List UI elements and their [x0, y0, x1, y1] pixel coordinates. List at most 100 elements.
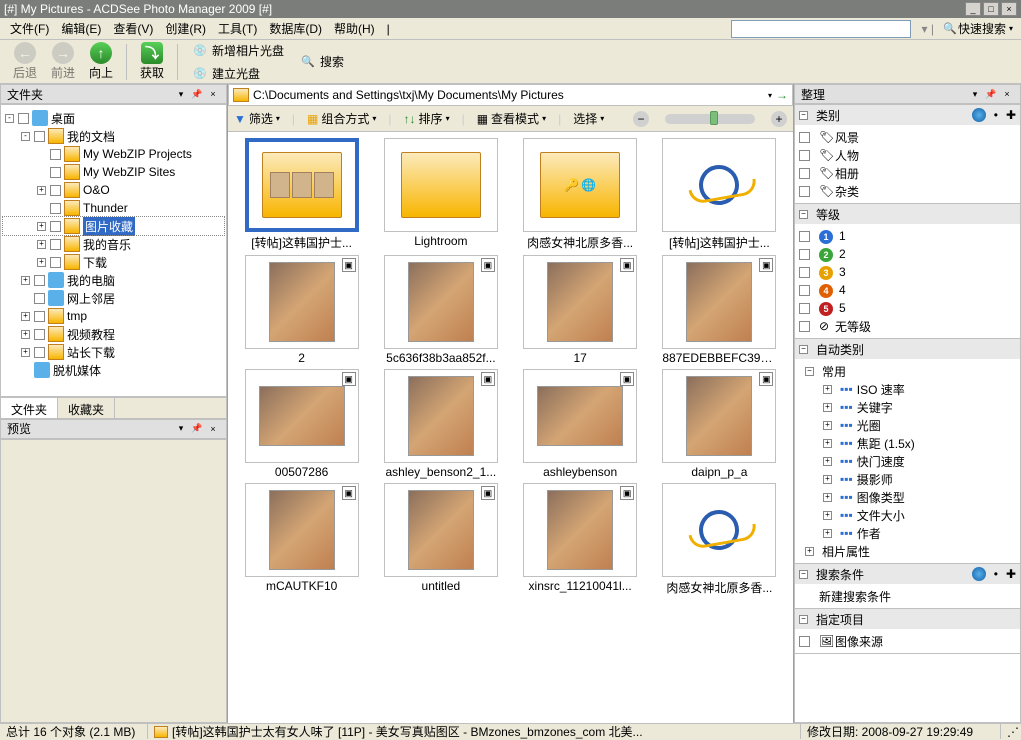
rating-item[interactable]: 44	[795, 281, 1020, 299]
new-search[interactable]: 新建搜索条件	[795, 587, 1020, 605]
tree-item[interactable]: +图片收藏	[3, 217, 224, 235]
thumbnail-item[interactable]: [转帖]这韩国护士...	[652, 138, 787, 251]
menubar-search-input[interactable]	[731, 20, 911, 38]
nav-get-button[interactable]: ⤵ 获取	[135, 42, 169, 81]
add-icon[interactable]: ✚	[1006, 567, 1016, 581]
expand-icon[interactable]: +	[21, 312, 30, 321]
auto-item[interactable]: +▪▪▪焦距 (1.5x)	[795, 434, 1020, 452]
checkbox[interactable]	[50, 257, 61, 268]
expand-icon[interactable]: +	[21, 276, 30, 285]
auto-item[interactable]: +▪▪▪关键字	[795, 398, 1020, 416]
select-button[interactable]: 选择▾	[573, 110, 604, 127]
panel-close-icon[interactable]: ×	[206, 422, 220, 436]
expand-icon[interactable]: +	[21, 330, 30, 339]
thumbnail-item[interactable]: Lightroom	[373, 138, 508, 251]
checkbox[interactable]	[50, 203, 61, 214]
rating-item[interactable]: 33	[795, 263, 1020, 281]
add-icon[interactable]: ✚	[1006, 108, 1016, 122]
thumbnail-item[interactable]: ▣ashleybenson	[513, 369, 648, 479]
tree-item[interactable]: +tmp	[3, 307, 224, 325]
rating-none[interactable]: ⊘无等级	[795, 317, 1020, 335]
panel-menu-icon[interactable]: ▾	[174, 422, 188, 436]
checkbox[interactable]	[18, 113, 29, 124]
panel-close-icon[interactable]: ×	[206, 87, 220, 101]
maximize-button[interactable]: □	[983, 2, 999, 16]
zoom-slider[interactable]	[665, 114, 755, 124]
category-item[interactable]: 🏷相册	[795, 164, 1020, 182]
thumbnail-item[interactable]: ▣17	[513, 255, 648, 365]
tree-item[interactable]: -桌面	[3, 109, 224, 127]
address-input[interactable]	[253, 88, 764, 102]
thumbnail-item[interactable]: [转帖]这韩国护士...	[234, 138, 369, 251]
menu-help[interactable]: 帮助(H)	[328, 18, 381, 39]
close-button[interactable]: ×	[1001, 2, 1017, 16]
checkbox[interactable]	[34, 311, 45, 322]
expand-icon[interactable]: -	[5, 114, 14, 123]
checkbox[interactable]	[34, 275, 45, 286]
thumbnail-item[interactable]: 肉感女神北原多香...	[652, 483, 787, 596]
zoom-in-icon[interactable]: +	[771, 111, 787, 127]
menu-database[interactable]: 数据库(D)	[263, 18, 328, 39]
thumbnail-item[interactable]: ▣2	[234, 255, 369, 365]
minimize-button[interactable]: _	[965, 2, 981, 16]
checkbox[interactable]	[50, 185, 61, 196]
thumbnail-item[interactable]: ▣untitled	[373, 483, 508, 596]
expand-icon[interactable]: +	[21, 348, 30, 357]
category-item[interactable]: 🏷人物	[795, 146, 1020, 164]
panel-menu-icon[interactable]: ▾	[968, 87, 982, 101]
auto-item[interactable]: +▪▪▪快门速度	[795, 452, 1020, 470]
auto-item[interactable]: +▪▪▪摄影师	[795, 470, 1020, 488]
menu-tools[interactable]: 工具(T)	[212, 18, 263, 39]
tree-item[interactable]: Thunder	[3, 199, 224, 217]
tree-item[interactable]: +我的电脑	[3, 271, 224, 289]
zoom-out-icon[interactable]: −	[633, 111, 649, 127]
section-header[interactable]: −指定项目	[795, 609, 1020, 629]
thumbnail-item[interactable]: ▣ashley_benson2_1...	[373, 369, 508, 479]
image-source[interactable]: 🖼图像来源	[795, 632, 1020, 650]
auto-item[interactable]: +▪▪▪ISO 速率	[795, 380, 1020, 398]
category-item[interactable]: 🏷风景	[795, 128, 1020, 146]
sort-button[interactable]: ↑↓排序▾	[404, 110, 450, 127]
expand-icon[interactable]: +	[37, 222, 46, 231]
auto-item[interactable]: +▪▪▪光圈	[795, 416, 1020, 434]
tree-item[interactable]: 网上邻居	[3, 289, 224, 307]
tree-item[interactable]: -我的文档	[3, 127, 224, 145]
tree-item[interactable]: +我的音乐	[3, 235, 224, 253]
folder-tree[interactable]: -桌面-我的文档My WebZIP ProjectsMy WebZIP Site…	[0, 104, 227, 397]
globe-icon[interactable]	[972, 567, 986, 581]
checkbox[interactable]	[50, 221, 61, 232]
rating-item[interactable]: 22	[795, 245, 1020, 263]
thumbnail-item[interactable]: 🔑🌐肉感女神北原多香...	[513, 138, 648, 251]
section-header[interactable]: −自动类别	[795, 339, 1020, 359]
checkbox[interactable]	[50, 239, 61, 250]
tree-item[interactable]: 脱机媒体	[3, 361, 224, 379]
nav-back-button[interactable]: ← 后退	[8, 42, 42, 81]
tab-folders[interactable]: 文件夹	[1, 398, 58, 418]
create-disc-button[interactable]: 💿 建立光盘	[186, 63, 290, 84]
panel-pin-icon[interactable]: 📌	[190, 422, 204, 436]
group-button[interactable]: ▦组合方式▾	[307, 110, 376, 127]
rating-item[interactable]: 11	[795, 227, 1020, 245]
thumbnail-item[interactable]: ▣xinsrc_11210041l...	[513, 483, 648, 596]
menu-file[interactable]: 文件(F)	[4, 18, 55, 39]
expand-icon[interactable]: +	[37, 240, 46, 249]
viewmode-button[interactable]: ▦查看模式▾	[477, 110, 546, 127]
search-button[interactable]: 🔍 搜索	[294, 51, 350, 72]
resize-grip[interactable]: ⋰	[1001, 724, 1021, 739]
auto-common[interactable]: −常用	[795, 362, 1020, 380]
nav-forward-button[interactable]: → 前进	[46, 42, 80, 81]
menu-edit[interactable]: 编辑(E)	[55, 18, 107, 39]
tree-item[interactable]: +下载	[3, 253, 224, 271]
category-item[interactable]: 🏷杂类	[795, 182, 1020, 200]
tree-item[interactable]: My WebZIP Projects	[3, 145, 224, 163]
filter-button[interactable]: ▼筛选▾	[234, 110, 280, 127]
checkbox[interactable]	[34, 293, 45, 304]
tree-item[interactable]: +站长下载	[3, 343, 224, 361]
rating-item[interactable]: 55	[795, 299, 1020, 317]
checkbox[interactable]	[34, 329, 45, 340]
auto-item[interactable]: +▪▪▪作者	[795, 524, 1020, 542]
new-photo-disc-button[interactable]: 💿 新增相片光盘	[186, 40, 290, 61]
panel-close-icon[interactable]: ×	[1000, 87, 1014, 101]
photo-props[interactable]: +相片属性	[795, 542, 1020, 560]
expand-icon[interactable]: +	[37, 258, 46, 267]
